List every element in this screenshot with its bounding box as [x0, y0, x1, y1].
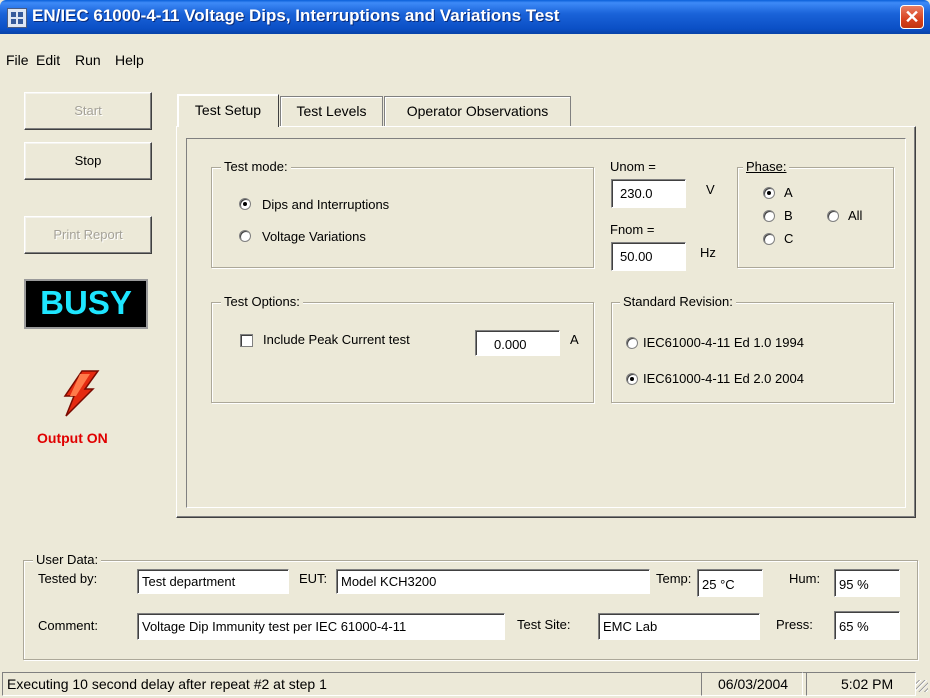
temp-label: Temp: — [656, 571, 692, 586]
status-date: 06/03/2004 — [701, 672, 803, 696]
press-input[interactable]: 65 % — [834, 611, 900, 640]
fnom-label: Fnom = — [610, 222, 655, 237]
comment-label: Comment: — [38, 618, 98, 633]
close-button[interactable]: ✕ — [900, 5, 924, 29]
dips-interruptions-label: Dips and Interruptions — [262, 197, 390, 212]
phase-a-label: A — [784, 185, 793, 200]
menu-run[interactable]: Run — [75, 52, 101, 68]
start-button[interactable]: Start — [24, 92, 152, 130]
resize-grip[interactable] — [916, 680, 928, 692]
fnom-input[interactable]: 50.00 — [611, 242, 686, 271]
eut-input[interactable]: Model KCH3200 — [336, 569, 650, 594]
unom-input[interactable]: 230.0 — [611, 179, 686, 208]
peak-current-input[interactable]: 0.000 — [475, 330, 560, 356]
radio-ed1-1994[interactable] — [626, 337, 638, 349]
test-mode-group — [211, 167, 594, 268]
radio-phase-all[interactable] — [827, 210, 839, 222]
tab-test-setup[interactable]: Test Setup — [177, 94, 279, 127]
output-status: Output ON — [37, 430, 108, 446]
radio-ed2-2004[interactable] — [626, 373, 638, 385]
test-mode-label: Test mode: — [221, 159, 291, 174]
press-label: Press: — [776, 617, 813, 632]
app-icon — [7, 8, 27, 28]
test-site-input[interactable]: EMC Lab — [598, 613, 760, 640]
phase-label: Phase: — [743, 159, 790, 174]
user-data-label: User Data: — [33, 552, 102, 567]
radio-voltage-variations[interactable] — [239, 230, 251, 242]
busy-indicator: BUSY — [24, 279, 148, 329]
phase-b-label: B — [784, 208, 793, 223]
lightning-bolt-icon — [63, 370, 100, 417]
stop-button[interactable]: Stop — [24, 142, 152, 180]
temp-input[interactable]: 25 °C — [697, 569, 763, 597]
phase-all-label: All — [848, 208, 863, 223]
tested-by-input[interactable]: Test department — [137, 569, 289, 594]
phase-group — [737, 167, 894, 268]
fnom-unit: Hz — [700, 245, 716, 260]
unom-unit: V — [706, 182, 715, 197]
menu-file[interactable]: File — [6, 52, 29, 68]
standard-revision-label: Standard Revision: — [620, 294, 736, 309]
test-options-label: Test Options: — [221, 294, 303, 309]
status-time: 5:02 PM — [806, 672, 916, 696]
tab-test-levels[interactable]: Test Levels — [280, 96, 383, 126]
window-title: EN/IEC 61000-4-11 Voltage Dips, Interrup… — [32, 6, 560, 25]
print-report-button[interactable]: Print Report — [24, 216, 152, 254]
ed1-1994-label: IEC61000-4-11 Ed 1.0 1994 — [643, 335, 804, 350]
phase-c-label: C — [784, 231, 794, 246]
radio-phase-c[interactable] — [763, 233, 775, 245]
tested-by-label: Tested by: — [38, 571, 98, 586]
ed2-2004-label: IEC61000-4-11 Ed 2.0 2004 — [643, 371, 804, 386]
standard-revision-group — [611, 302, 894, 403]
voltage-variations-label: Voltage Variations — [262, 229, 366, 244]
hum-input[interactable]: 95 % — [834, 569, 900, 597]
unom-label: Unom = — [610, 159, 656, 174]
peak-current-unit: A — [570, 332, 579, 347]
comment-input[interactable]: Voltage Dip Immunity test per IEC 61000-… — [137, 613, 505, 640]
menu-help[interactable]: Help — [115, 52, 144, 68]
menu-edit[interactable]: Edit — [36, 52, 60, 68]
radio-phase-a[interactable] — [763, 187, 775, 199]
radio-dips-interruptions[interactable] — [239, 198, 251, 210]
tab-operator-observations[interactable]: Operator Observations — [384, 96, 571, 126]
radio-phase-b[interactable] — [763, 210, 775, 222]
eut-label: EUT: — [299, 571, 328, 586]
peak-current-checkbox[interactable] — [240, 334, 253, 347]
test-site-label: Test Site: — [517, 617, 571, 632]
hum-label: Hum: — [789, 571, 821, 586]
peak-current-label: Include Peak Current test — [263, 332, 410, 347]
